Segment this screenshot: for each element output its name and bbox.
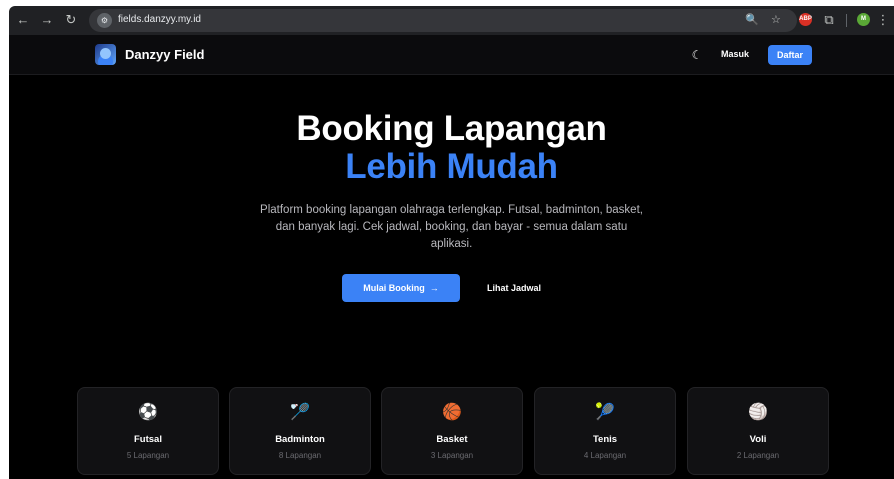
back-icon[interactable]: ← [15,12,31,28]
register-button[interactable]: Daftar [768,45,812,65]
badminton-icon: 🏸 [290,404,310,421]
extensions-puzzle-icon[interactable]: ⧉ [821,12,837,28]
sport-card-count: 2 Lapangan [736,451,780,460]
sport-card[interactable]: ⚽ Futsal 5 Lapangan [77,387,219,475]
sport-card-title: Tenis [592,434,618,445]
dark-mode-toggle-icon[interactable]: ☾ [688,46,706,64]
adblock-extension-icon[interactable]: ABP [799,13,812,26]
forward-icon[interactable]: → [39,12,55,28]
site-info-icon[interactable]: ⚙ [97,13,112,28]
sport-card[interactable]: 🏐 Voli 2 Lapangan [687,387,829,475]
site-navbar: Danzyy Field ☾ Masuk Daftar [9,35,894,75]
soccer-ball-icon: ⚽ [138,404,158,421]
bookmark-star-icon[interactable]: ☆ [771,13,781,26]
start-booking-label: Mulai Booking [363,283,425,293]
brand-logo-icon[interactable] [95,44,116,65]
toolbar-divider [846,14,847,27]
url-text[interactable]: fields.danzyy.my.id [118,14,201,25]
hero-description: Platform booking lapangan olahraga terle… [260,204,643,250]
brand-name[interactable]: Danzyy Field [125,47,204,62]
zoom-icon[interactable]: 🔍 [745,13,759,26]
view-schedule-button[interactable]: Lihat Jadwal [487,283,541,293]
sport-card-title: Badminton [275,434,325,445]
arrow-right-icon: → [429,283,439,293]
browser-toolbar: ← → ↻ ⚙ fields.danzyy.my.id 🔍 ☆ ABP ⧉ M … [9,6,894,35]
start-booking-button[interactable]: Mulai Booking → [342,274,460,302]
address-bar[interactable]: ⚙ fields.danzyy.my.id 🔍 ☆ [89,9,797,32]
sport-card-title: Voli [749,434,767,445]
browser-menu-icon[interactable]: ⋮ [875,12,891,28]
sport-card-title: Futsal [134,434,162,445]
sport-card-count: 3 Lapangan [430,451,474,460]
volleyball-icon: 🏐 [748,404,768,421]
tennis-racket-icon: 🎾 [595,404,615,421]
sport-card-title: Basket [436,434,468,445]
sport-card-count: 4 Lapangan [583,451,627,460]
reload-icon[interactable]: ↻ [63,12,79,28]
sport-card-count: 8 Lapangan [278,451,322,460]
profile-avatar-icon[interactable]: M [857,13,870,26]
sport-card[interactable]: 🏸 Badminton 8 Lapangan [229,387,371,475]
hero-title-line2: Lebih Mudah [345,147,558,186]
hero-title-line1: Booking Lapangan [296,109,607,148]
login-button[interactable]: Masuk [721,49,749,59]
basketball-icon: 🏀 [442,404,462,421]
sport-card[interactable]: 🎾 Tenis 4 Lapangan [534,387,676,475]
sport-card-count: 5 Lapangan [126,451,170,460]
sport-card[interactable]: 🏀 Basket 3 Lapangan [381,387,523,475]
page-viewport: Danzyy Field ☾ Masuk Daftar Booking Lapa… [9,35,894,479]
